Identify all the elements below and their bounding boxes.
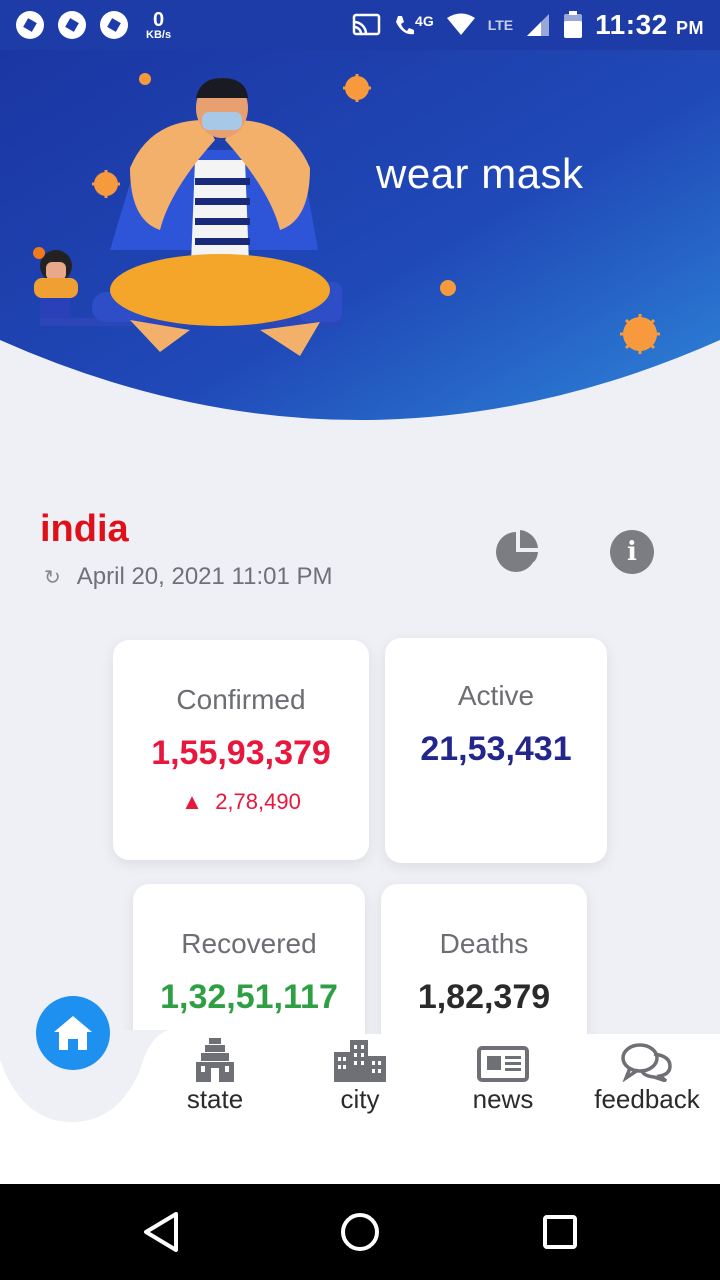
newspaper-icon xyxy=(477,1046,529,1082)
aperture-icon xyxy=(16,11,44,39)
phone-icon xyxy=(396,16,415,35)
confirmed-delta: ▲ 2,78,490 xyxy=(181,789,301,814)
home-circle-icon[interactable] xyxy=(341,1213,379,1251)
network-4g-label: 4G xyxy=(415,13,434,29)
hero-banner: wear mask xyxy=(0,0,720,420)
back-icon[interactable] xyxy=(144,1212,178,1252)
location-name: india xyxy=(40,508,129,550)
nav-state[interactable]: state xyxy=(150,1036,280,1115)
active-card: Active 21,53,431 xyxy=(385,638,607,863)
confirmed-value: 1,55,93,379 xyxy=(151,734,331,772)
nav-feedback[interactable]: feedback xyxy=(582,1036,712,1115)
recents-icon[interactable] xyxy=(543,1215,577,1249)
confirmed-label: Confirmed xyxy=(176,684,306,715)
deaths-label: Deaths xyxy=(439,928,529,959)
clock: 11:32 PM xyxy=(595,9,704,40)
active-value: 21,53,431 xyxy=(420,730,572,768)
temple-icon xyxy=(196,1038,234,1082)
arrow-up-icon: ▲ xyxy=(181,789,203,814)
hero-title: wear mask xyxy=(376,150,584,197)
info-button[interactable]: i xyxy=(610,530,654,574)
pie-chart-icon xyxy=(496,530,538,572)
nav-news[interactable]: news xyxy=(438,1036,568,1115)
aperture-icon xyxy=(58,11,86,39)
network-lte-label: LTE xyxy=(487,17,514,33)
nav-home-button[interactable] xyxy=(36,996,110,1070)
refresh-icon[interactable]: ↻ xyxy=(44,565,61,590)
info-icon: i xyxy=(627,537,637,567)
battery-icon xyxy=(564,11,583,38)
deaths-value: 1,82,379 xyxy=(417,978,551,1016)
network-speed: 0 KB/s xyxy=(146,8,172,41)
active-label: Active xyxy=(457,680,535,711)
system-navigation-bar xyxy=(0,1184,720,1280)
last-updated-text: April 20, 2021 11:01 PM xyxy=(76,563,333,590)
recovered-label: Recovered xyxy=(181,928,317,959)
nav-news-label: news xyxy=(472,1084,534,1114)
signal-icon xyxy=(527,14,550,36)
city-icon xyxy=(334,1040,386,1082)
pie-chart-button[interactable] xyxy=(494,528,540,574)
last-updated: ↻ April 20, 2021 11:01 PM xyxy=(44,563,332,591)
cast-icon xyxy=(352,13,381,36)
home-icon xyxy=(54,1016,92,1050)
recovered-value: 1,32,51,117 xyxy=(160,978,338,1016)
nav-state-label: state xyxy=(186,1084,244,1114)
aperture-icon xyxy=(100,11,128,39)
status-bar: 0 KB/s 4G LTE 11:32 PM xyxy=(0,0,720,50)
nav-city[interactable]: city xyxy=(295,1036,425,1115)
chat-bubbles-icon xyxy=(621,1043,672,1082)
confirmed-card: Confirmed 1,55,93,379 ▲ 2,78,490 xyxy=(113,640,369,860)
hero-background xyxy=(0,0,720,420)
nav-feedback-label: feedback xyxy=(594,1084,700,1114)
nav-city-label: city xyxy=(340,1084,380,1114)
wifi-icon xyxy=(446,13,475,35)
